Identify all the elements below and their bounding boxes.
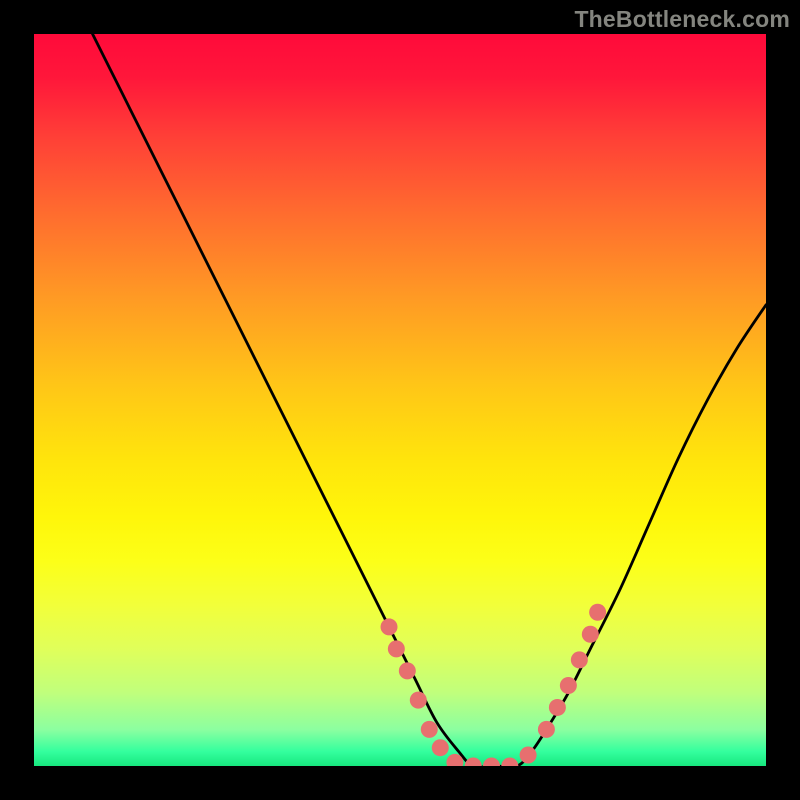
highlight-dot xyxy=(465,758,482,767)
highlight-dot xyxy=(410,692,427,709)
highlight-dot xyxy=(571,651,588,668)
highlight-dot xyxy=(538,721,555,738)
highlight-dot xyxy=(483,758,500,767)
highlight-dot xyxy=(432,739,449,756)
highlight-dot xyxy=(501,758,518,767)
highlight-dot xyxy=(421,721,438,738)
bottleneck-curve xyxy=(93,34,766,766)
highlight-dot xyxy=(399,662,416,679)
watermark-text: TheBottleneck.com xyxy=(574,6,790,33)
highlight-dot xyxy=(388,640,405,657)
highlight-dot xyxy=(589,604,606,621)
chart-stage: TheBottleneck.com xyxy=(0,0,800,800)
highlight-dot xyxy=(381,618,398,635)
curve-layer xyxy=(34,34,766,766)
highlight-dot xyxy=(582,626,599,643)
plot-area xyxy=(34,34,766,766)
highlight-dot xyxy=(560,677,577,694)
highlight-dot xyxy=(520,747,537,764)
highlight-dot xyxy=(549,699,566,716)
